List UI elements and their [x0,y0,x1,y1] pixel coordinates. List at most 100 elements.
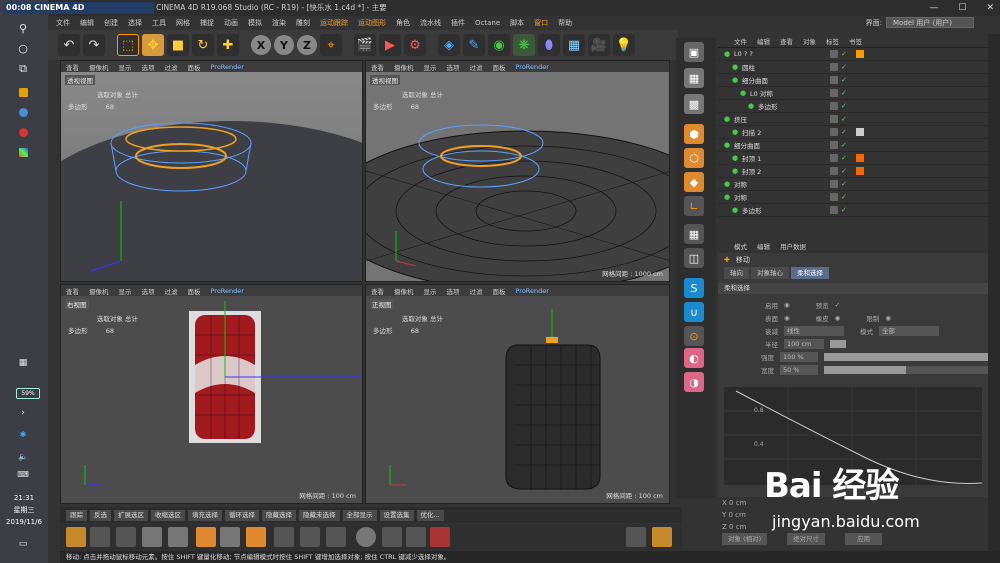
visibility-dots[interactable]: ✓ [830,206,847,214]
viewport-menu-item[interactable]: 摄像机 [394,62,414,72]
enabled-check-icon[interactable]: ✓ [841,115,847,123]
model-mode-icon[interactable]: ▣ [684,42,704,62]
object-row[interactable]: ● 细分曲面 ✓ [718,74,988,87]
enabled-check-icon[interactable]: ✓ [841,50,847,58]
selection-button[interactable]: 填充选择 [188,509,222,521]
bridge-icon[interactable] [116,527,136,547]
viewport-menu-item[interactable]: 查看 [66,62,79,72]
viewport-menu-item[interactable]: 查看 [371,286,384,296]
object-name[interactable]: 扫描 2 [742,127,761,137]
notification-icon[interactable]: ▭ [14,537,32,551]
enable-checkbox[interactable]: ◉ [784,301,790,309]
object-row[interactable]: ● 对称 ✓ [718,191,988,204]
viewport-right[interactable]: 查看 摄像机 显示 选项 过滤 面板 ProRender 右视图 选取对象 总计 多边形 68… [60,284,363,504]
axis-lock-icon[interactable]: ⊙ [684,326,704,346]
visibility-dots[interactable]: ✓ [830,89,847,97]
enabled-check-icon[interactable]: ✓ [841,63,847,71]
rotate-icon[interactable]: ↻ [192,34,214,56]
menu-item[interactable]: 角色 [396,18,410,28]
preview-checkbox[interactable]: ✓ [835,301,840,309]
redo-icon[interactable]: ↷ [83,34,105,56]
enabled-check-icon[interactable]: ✓ [841,141,847,149]
radius-field[interactable]: 100 cm [784,338,824,349]
task-view-icon[interactable]: ⧉ [14,62,32,76]
camera-icon[interactable]: 🎥 [588,34,610,56]
object-name[interactable]: L0 对称 [750,88,773,98]
object-row[interactable]: ● L0 ? ? ✓ [718,48,988,61]
object-row[interactable]: ● 封顶 2 ✓ [718,165,988,178]
workplane-icon[interactable]: ◫ [684,248,704,268]
menu-item[interactable]: 运动图形 [358,18,386,28]
object-row[interactable]: ● 多边形 ✓ [718,204,988,217]
menu-item[interactable]: 创建 [104,18,118,28]
render-settings-icon[interactable]: ⚙ [404,34,426,56]
menu-item[interactable]: 网格 [176,18,190,28]
attribute-menu-item[interactable]: 模式 [734,241,747,251]
width-field[interactable]: 50 % [780,364,818,375]
edges-mode-icon[interactable]: ⬡ [684,148,704,168]
object-row[interactable]: ● 挤压 ✓ [718,113,988,126]
viewport-menu-item[interactable]: 过滤 [470,286,483,296]
viewport-menu-item[interactable]: 过滤 [165,286,178,296]
knife-icon[interactable] [90,527,110,547]
menu-item[interactable]: 选择 [128,18,142,28]
viewport-menu-item[interactable]: ProRender [211,287,244,295]
object-name[interactable]: 封顶 2 [742,166,761,176]
menu-item[interactable]: 脚本 [510,18,524,28]
brush-icon[interactable] [66,527,86,547]
record-key-icon[interactable] [430,527,450,547]
viewport-menu-item[interactable]: 显示 [119,62,132,72]
viewport-menu-item[interactable]: 面板 [188,62,201,72]
visibility-dot[interactable] [830,128,838,136]
viewport-menu-item[interactable]: 面板 [188,286,201,296]
coordinate-system-icon[interactable]: ⌖ [320,34,342,56]
grid-snap-icon[interactable]: ▦ [684,224,704,244]
search-icon[interactable]: ⚲ [14,22,32,36]
close-icon[interactable]: ✕ [986,0,994,16]
visibility-dots[interactable]: ✓ [830,63,847,71]
attribute-tab[interactable]: 柔和选择 [791,267,829,279]
object-name[interactable]: 细分曲面 [734,140,760,150]
grid2-icon[interactable] [406,527,426,547]
object-row[interactable]: ● 扫描 2 ✓ [718,126,988,139]
viewport-menu-item[interactable]: 摄像机 [89,62,109,72]
enabled-check-icon[interactable]: ✓ [841,180,847,188]
visibility-dots[interactable]: ✓ [830,128,847,136]
clock[interactable]: 21:31 星期三 2019/11/6 [0,492,48,528]
viewport-menu-item[interactable]: 摄像机 [89,286,109,296]
visibility-dot[interactable] [830,50,838,58]
object-name[interactable]: 挤压 [734,114,747,124]
viewport-menu-item[interactable]: 显示 [424,62,437,72]
viewport-menu-item[interactable]: ProRender [211,63,244,71]
visibility-dots[interactable]: ✓ [830,50,847,58]
disable-icon[interactable] [356,527,376,547]
apply-button[interactable]: 应用 [845,533,883,545]
rubber-checkbox[interactable]: ◉ [835,314,841,322]
radius-slider[interactable] [830,339,846,348]
select-icon[interactable]: ⬚ [117,34,139,56]
selection-button[interactable]: 优化... [416,509,444,521]
visibility-dot[interactable] [830,102,838,110]
bevel-icon[interactable] [168,527,188,547]
object-manager-menu-item[interactable]: 编辑 [757,36,770,46]
object-row[interactable]: ● 封顶 1 ✓ [718,152,988,165]
texture-mode-icon[interactable]: ▦ [684,68,704,88]
scale-icon[interactable]: ■ [167,34,189,56]
polygon-tool-icon[interactable] [246,527,266,547]
coord-x[interactable]: X 0 cm [718,497,988,509]
explorer-icon[interactable] [19,88,28,97]
selection-button[interactable]: 反选 [90,509,111,521]
z-axis-button[interactable]: Z [297,35,317,55]
object-manager-menu-item[interactable]: 书签 [849,36,862,46]
paint-icon[interactable]: ◑ [684,372,704,392]
visibility-dots[interactable]: ✓ [830,76,847,84]
cube-icon[interactable]: ◈ [438,34,460,56]
object-row[interactable]: ● 多边形 ✓ [718,100,988,113]
sculpt-icon[interactable]: ◐ [684,348,704,368]
selection-button[interactable]: 跟踪 [66,509,87,521]
coord-z[interactable]: Z 0 cm [718,521,988,533]
maximize-icon[interactable]: ☐ [958,0,966,16]
object-name[interactable]: 对称 [734,179,747,189]
menu-item[interactable]: Octane [475,19,500,27]
restrict-checkbox[interactable]: ◉ [885,314,891,322]
